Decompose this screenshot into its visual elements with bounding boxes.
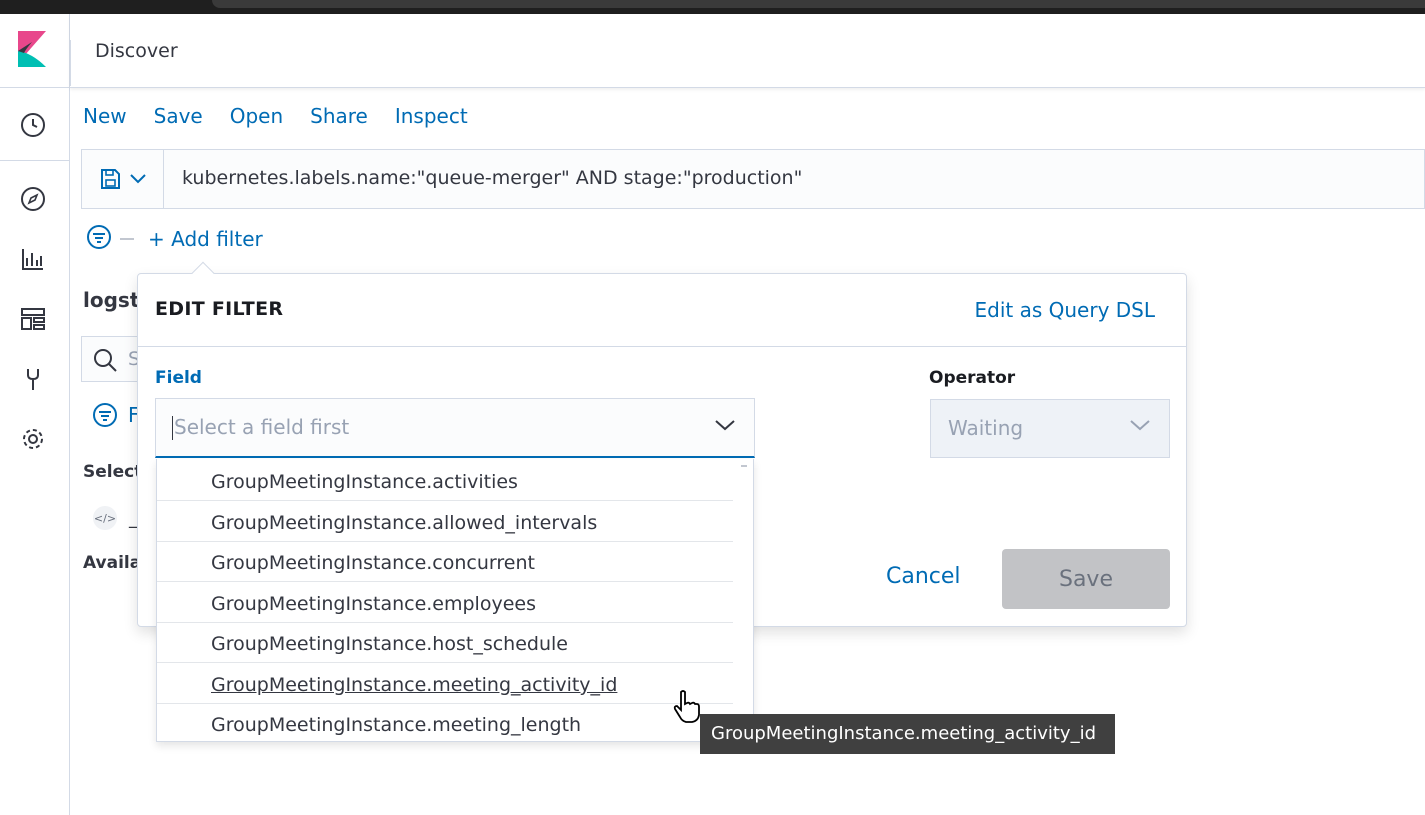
index-pattern-title: logst: [83, 288, 140, 312]
save-disk-icon: [100, 169, 120, 189]
field-option[interactable]: GroupMeetingInstance.concurrent: [157, 542, 733, 582]
sidebar-divider: [0, 87, 70, 88]
query-bar: kubernetes.labels.name:"queue-merger" AN…: [81, 149, 1425, 209]
search-icon: [94, 349, 117, 372]
add-filter-button[interactable]: + Add filter: [148, 227, 263, 251]
save-search-button[interactable]: Save: [154, 104, 203, 128]
kibana-logo-icon[interactable]: [18, 31, 48, 67]
field-option[interactable]: GroupMeetingInstance.host_schedule: [157, 623, 733, 663]
saved-queries-button[interactable]: [82, 150, 164, 208]
cancel-button[interactable]: Cancel: [886, 564, 961, 589]
filter-separator: [120, 238, 134, 240]
save-button[interactable]: Save: [1002, 549, 1170, 609]
filter-row: + Add filter: [86, 224, 263, 254]
popover-title: EDIT FILTER: [155, 298, 284, 320]
sidebar-divider: [0, 160, 70, 161]
operator-label: Operator: [929, 368, 1016, 388]
field-option[interactable]: GroupMeetingInstance.employees: [157, 583, 733, 623]
option-tooltip: GroupMeetingInstance.meeting_activity_id: [700, 714, 1115, 754]
new-button[interactable]: New: [83, 104, 127, 128]
field-label: Field: [155, 368, 202, 388]
management-gear-icon[interactable]: [20, 426, 46, 452]
open-button[interactable]: Open: [230, 104, 283, 128]
available-fields-heading: Availa: [83, 553, 142, 573]
text-caret: [172, 416, 173, 440]
field-combobox[interactable]: Select a field first: [155, 398, 755, 458]
app-header: Discover: [70, 14, 1425, 88]
edit-as-query-dsl-link[interactable]: Edit as Query DSL: [975, 298, 1156, 322]
field-option[interactable]: GroupMeetingInstance.activities: [157, 461, 733, 501]
inspect-button[interactable]: Inspect: [395, 104, 468, 128]
share-button[interactable]: Share: [310, 104, 368, 128]
visualize-chart-icon[interactable]: [20, 246, 46, 272]
field-option[interactable]: GroupMeetingInstance.meeting_length: [157, 704, 733, 741]
selected-fields-heading: Select: [83, 462, 143, 482]
field-placeholder: Select a field first: [174, 415, 350, 439]
dev-tools-wrench-icon[interactable]: [20, 366, 46, 392]
field-option-hovered[interactable]: GroupMeetingInstance.meeting_activity_id: [157, 664, 733, 704]
browser-tab-strip: [0, 0, 1425, 14]
discover-compass-icon[interactable]: [20, 186, 46, 212]
hand-pointer-cursor-icon: [672, 690, 702, 728]
operator-select[interactable]: Waiting: [930, 399, 1170, 458]
filter-fields-icon[interactable]: [92, 402, 118, 432]
browser-tab: [212, 0, 1425, 8]
chevron-down-icon[interactable]: [714, 417, 736, 436]
field-option[interactable]: GroupMeetingInstance.allowed_intervals: [157, 502, 733, 542]
recently-viewed-clock-icon[interactable]: [20, 112, 46, 138]
query-input[interactable]: kubernetes.labels.name:"queue-merger" AN…: [182, 167, 802, 189]
code-field-type-icon: </>: [93, 506, 117, 530]
popover-divider: [138, 346, 1186, 347]
operator-value: Waiting: [948, 416, 1024, 440]
filter-options-icon[interactable]: [86, 224, 112, 254]
popover-arrow: [191, 261, 215, 285]
dashboard-icon[interactable]: [20, 306, 46, 332]
header-divider: [70, 40, 71, 86]
field-options-list: GroupMeetingInstance.activities GroupMee…: [156, 459, 754, 742]
top-nav-menu: New Save Open Share Inspect: [83, 104, 468, 128]
page-title: Discover: [95, 40, 178, 62]
chevron-down-icon: [1129, 417, 1151, 436]
scrollbar-thumb[interactable]: [741, 465, 747, 467]
sidebar: [0, 14, 70, 815]
chevron-down-icon: [129, 174, 146, 184]
